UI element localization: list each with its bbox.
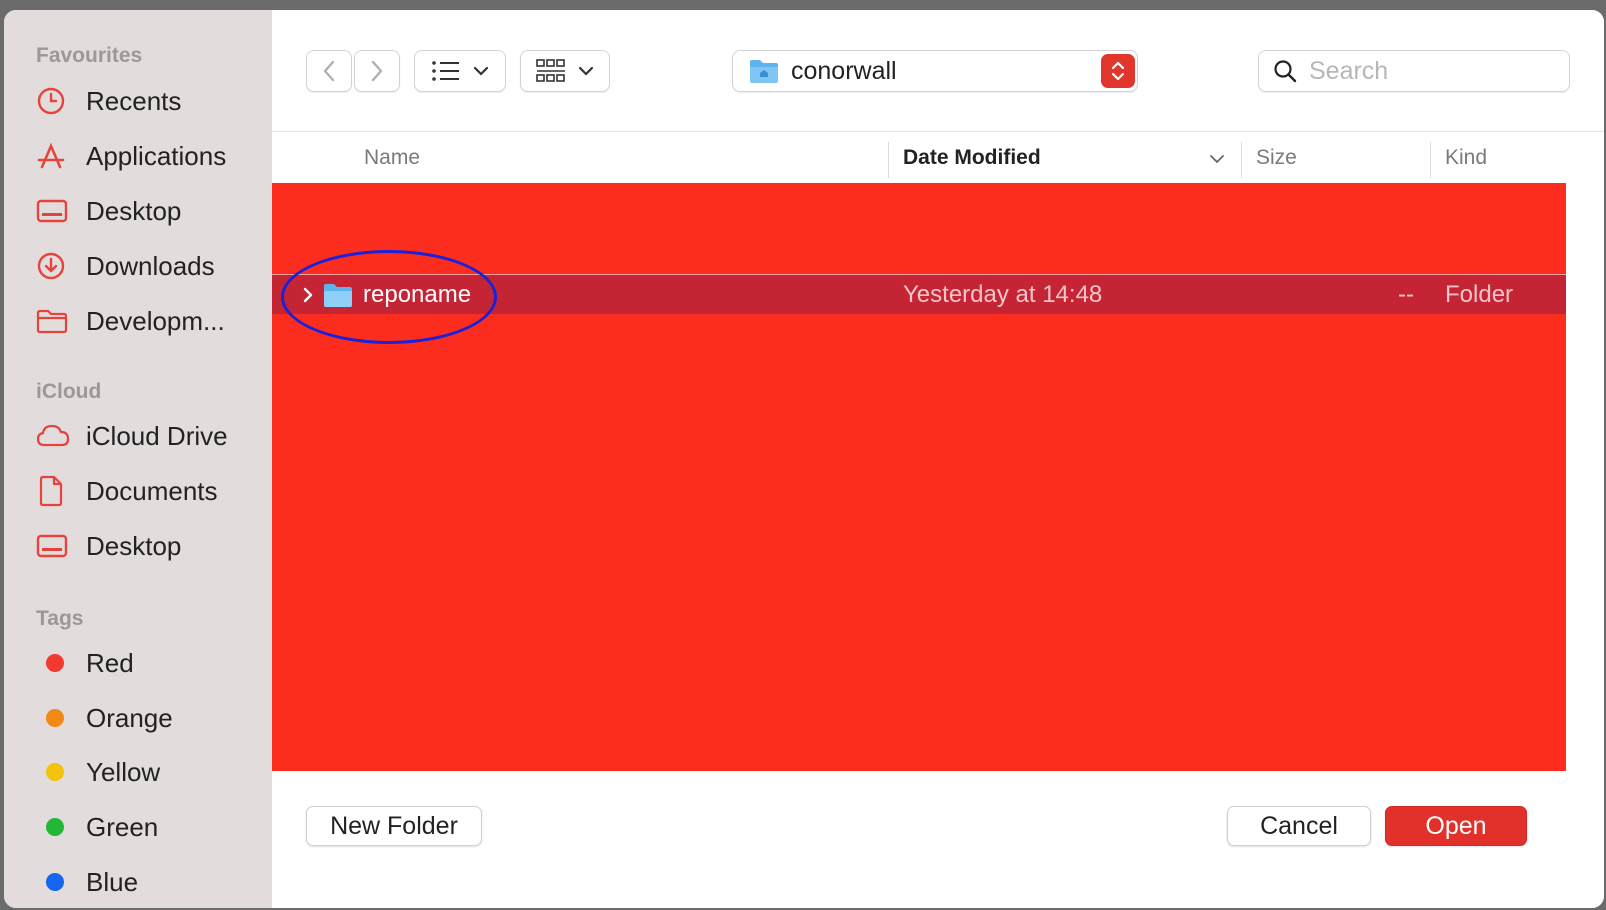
cloud-icon (36, 420, 72, 452)
sidebar-item-label: Blue (86, 866, 139, 897)
desktop-icon (36, 530, 72, 562)
download-icon (36, 250, 72, 282)
clock-icon (36, 85, 72, 117)
chevron-down-icon (473, 66, 489, 76)
file-list: reponame Yesterday at 14:48 -- Folder (272, 183, 1566, 771)
blue-tag-dot (46, 873, 64, 891)
row-size: -- (1398, 281, 1414, 308)
sidebar-item-icloud-drive[interactable]: iCloud Drive (36, 415, 266, 457)
document-icon (36, 475, 72, 507)
sidebar-item-label: Orange (86, 702, 173, 733)
row-kind: Folder (1445, 281, 1514, 308)
row-date-modified: Yesterday at 14:48 (903, 281, 1103, 308)
applications-icon (36, 140, 72, 172)
sidebar-item-development[interactable]: Developm... (36, 300, 266, 342)
column-divider (1430, 142, 1431, 178)
sidebar-item-label: Developm... (86, 305, 225, 336)
favourites-section-title: Favourites (36, 44, 143, 67)
open-button[interactable]: Open (1385, 806, 1527, 846)
folder-icon (36, 305, 72, 337)
disclosure-chevron-icon[interactable] (302, 275, 314, 315)
new-folder-button[interactable]: New Folder (306, 806, 482, 846)
sidebar-item-label: Red (86, 647, 134, 678)
sidebar-item-downloads[interactable]: Downloads (36, 245, 266, 287)
sidebar-item-label: Yellow (86, 756, 161, 787)
sidebar-item-applications[interactable]: Applications (36, 135, 266, 177)
chevron-down-icon (578, 66, 594, 76)
desktop-icon (36, 195, 72, 227)
sidebar-item-label: Recents (86, 85, 182, 116)
sidebar-item-documents[interactable]: Documents (36, 470, 266, 512)
home-folder-icon (750, 60, 778, 83)
folder-icon (323, 275, 353, 315)
icloud-section-title: iCloud (36, 380, 102, 403)
column-header-date-label: Date Modified (903, 146, 1041, 169)
list-icon (432, 61, 459, 81)
column-divider (1241, 142, 1242, 178)
search-field[interactable] (1258, 50, 1570, 92)
column-header-row: Name Date Modified Size Kind (272, 131, 1604, 183)
back-button[interactable] (306, 50, 352, 92)
yellow-tag-dot (46, 763, 64, 781)
row-name: reponame (363, 281, 472, 308)
search-icon (1274, 60, 1297, 83)
sidebar-item-icloud-desktop[interactable]: Desktop (36, 525, 266, 567)
location-popup[interactable]: conorwall (732, 50, 1138, 92)
chevron-left-icon (323, 60, 335, 82)
view-mode-button[interactable] (414, 50, 506, 92)
sidebar-item-label: Desktop (86, 195, 182, 226)
sidebar-item-desktop[interactable]: Desktop (36, 190, 266, 232)
sidebar-item-label: iCloud Drive (86, 420, 228, 451)
sort-descending-icon (1210, 155, 1224, 164)
sidebar-item-label: Downloads (86, 250, 215, 281)
sidebar-item-label: Green (86, 811, 159, 842)
column-header-size[interactable]: Size (1256, 132, 1297, 184)
sidebar-item-label: Applications (86, 140, 227, 171)
sidebar-item-recents[interactable]: Recents (36, 80, 266, 122)
sidebar-tag-blue[interactable]: Blue (36, 861, 266, 903)
group-button[interactable] (520, 50, 610, 92)
column-header-kind[interactable]: Kind (1445, 132, 1487, 184)
cancel-button[interactable]: Cancel (1227, 806, 1371, 846)
orange-tag-dot (46, 709, 64, 727)
open-file-dialog: Favourites Recents Applications Desktop … (4, 10, 1604, 908)
red-tag-dot (46, 654, 64, 672)
sidebar: Favourites Recents Applications Desktop … (4, 10, 272, 908)
up-down-chevron-icon (1111, 61, 1125, 81)
location-stepper[interactable] (1101, 54, 1135, 88)
column-header-name[interactable]: Name (364, 132, 420, 184)
sidebar-item-label: Desktop (86, 530, 182, 561)
sidebar-tag-green[interactable]: Green (36, 806, 266, 848)
sidebar-item-label: Documents (86, 475, 218, 506)
tags-section-title: Tags (36, 607, 84, 630)
sidebar-tag-orange[interactable]: Orange (36, 697, 266, 739)
column-header-date-modified[interactable]: Date Modified (903, 132, 1225, 184)
search-input[interactable] (1309, 56, 1549, 86)
grid-icon (536, 59, 565, 82)
file-browser: conorwall Name Date Modified Size Kind (272, 10, 1604, 908)
chevron-right-icon (371, 60, 383, 82)
green-tag-dot (46, 818, 64, 836)
sidebar-tag-yellow[interactable]: Yellow (36, 751, 266, 793)
sidebar-tag-red[interactable]: Red (36, 642, 266, 684)
forward-button[interactable] (354, 50, 400, 92)
table-row[interactable]: reponame Yesterday at 14:48 -- Folder (272, 274, 1566, 314)
location-label: conorwall (791, 56, 897, 85)
column-divider (888, 142, 889, 178)
